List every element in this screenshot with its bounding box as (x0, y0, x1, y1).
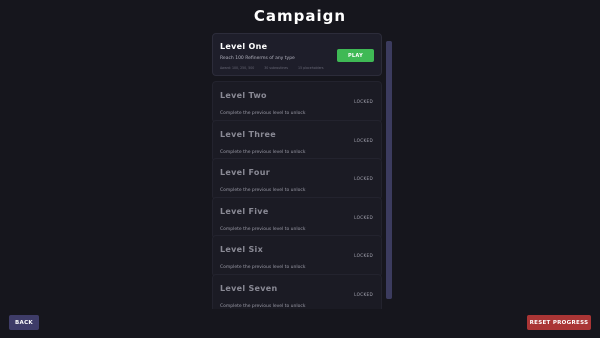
level-name: Level Three (220, 130, 276, 139)
level-meta-item: Award: 100, 250, 500 (220, 66, 255, 70)
reset-progress-button[interactable]: RESET PROGRESS (527, 315, 591, 330)
level-description: Complete the previous level to unlock (220, 150, 306, 155)
locked-label: LOCKED (354, 215, 373, 220)
level-card-seven: Level Seven Complete the previous level … (212, 274, 382, 309)
level-name: Level Seven (220, 284, 278, 293)
level-card-one: Level One Reach 100 Refinerms of any typ… (212, 33, 382, 76)
campaign-screen: Campaign Level One Reach 100 Refinerms o… (0, 0, 600, 338)
level-name: Level One (220, 42, 268, 51)
level-card-three: Level Three Complete the previous level … (212, 120, 382, 162)
level-card-five: Level Five Complete the previous level t… (212, 197, 382, 239)
level-description: Complete the previous level to unlock (220, 188, 306, 193)
level-name: Level Five (220, 207, 269, 216)
level-meta-item: 15 placeholders (298, 66, 324, 70)
level-description: Reach 100 Refinerms of any type (220, 56, 295, 61)
level-card-six: Level Six Complete the previous level to… (212, 235, 382, 277)
level-meta: Award: 100, 250, 500 30 subroutines 15 p… (220, 66, 324, 70)
level-description: Complete the previous level to unlock (220, 304, 306, 309)
level-name: Level Six (220, 245, 264, 254)
page-title: Campaign (253, 7, 347, 25)
scrollbar[interactable] (386, 41, 392, 299)
locked-label: LOCKED (354, 99, 373, 104)
back-button[interactable]: BACK (9, 315, 39, 330)
level-list[interactable]: Level One Reach 100 Refinerms of any typ… (212, 33, 384, 309)
level-card-four: Level Four Complete the previous level t… (212, 158, 382, 200)
level-description: Complete the previous level to unlock (220, 111, 306, 116)
play-button[interactable]: PLAY (337, 49, 374, 62)
level-name: Level Two (220, 91, 267, 100)
locked-label: LOCKED (354, 138, 373, 143)
level-name: Level Four (220, 168, 270, 177)
level-card-two: Level Two Complete the previous level to… (212, 81, 382, 123)
locked-label: LOCKED (354, 292, 373, 297)
level-description: Complete the previous level to unlock (220, 265, 306, 270)
scrollbar-thumb[interactable] (386, 41, 392, 299)
locked-label: LOCKED (354, 176, 373, 181)
level-meta-item: 30 subroutines (264, 66, 289, 70)
locked-label: LOCKED (354, 253, 373, 258)
level-description: Complete the previous level to unlock (220, 227, 306, 232)
